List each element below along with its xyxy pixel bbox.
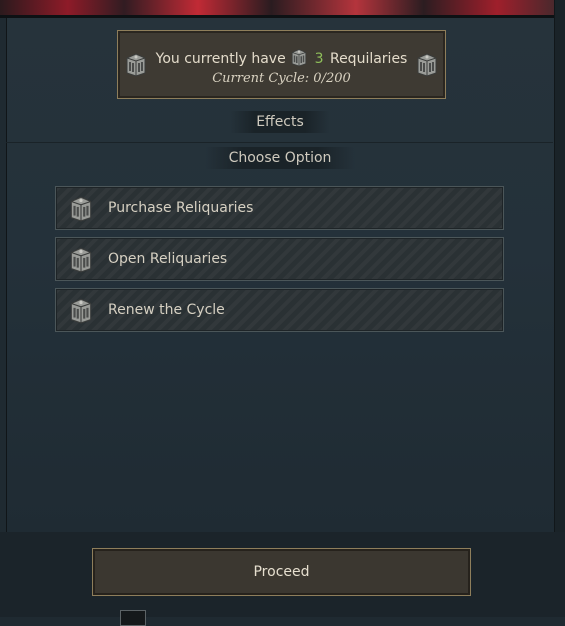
divider [6, 142, 553, 143]
reliquary-icon [68, 296, 94, 324]
proceed-button[interactable]: Proceed [92, 548, 471, 596]
current-cycle: Current Cycle: 0/200 [212, 71, 351, 86]
choose-option-heading: Choose Option [205, 147, 355, 169]
option-purchase-reliquaries[interactable]: Purchase Reliquaries [55, 186, 504, 230]
option-label: Renew the Cycle [108, 302, 225, 318]
option-open-reliquaries[interactable]: Open Reliquaries [55, 237, 504, 281]
tab-effects[interactable]: Effects [230, 111, 330, 133]
reliquary-icon [415, 51, 439, 77]
reliquary-icon [290, 47, 308, 67]
status-unit: Requilaries [329, 51, 408, 67]
checkbox[interactable] [120, 610, 146, 626]
right-scroll-rail [554, 0, 565, 617]
option-renew-cycle[interactable]: Renew the Cycle [55, 288, 504, 332]
option-label: Open Reliquaries [108, 251, 228, 267]
reliquary-icon [68, 245, 94, 273]
header-banner-art [0, 0, 565, 18]
option-label: Purchase Reliquaries [108, 200, 254, 216]
reliquary-icon [68, 194, 94, 222]
status-prefix: You currently have [155, 51, 286, 67]
reliquary-count-line: You currently have 3 Requilaries [118, 47, 445, 69]
reliquary-status-box: You currently have 3 Requilaries Current… [117, 30, 446, 99]
reliquary-count: 3 [314, 51, 324, 67]
